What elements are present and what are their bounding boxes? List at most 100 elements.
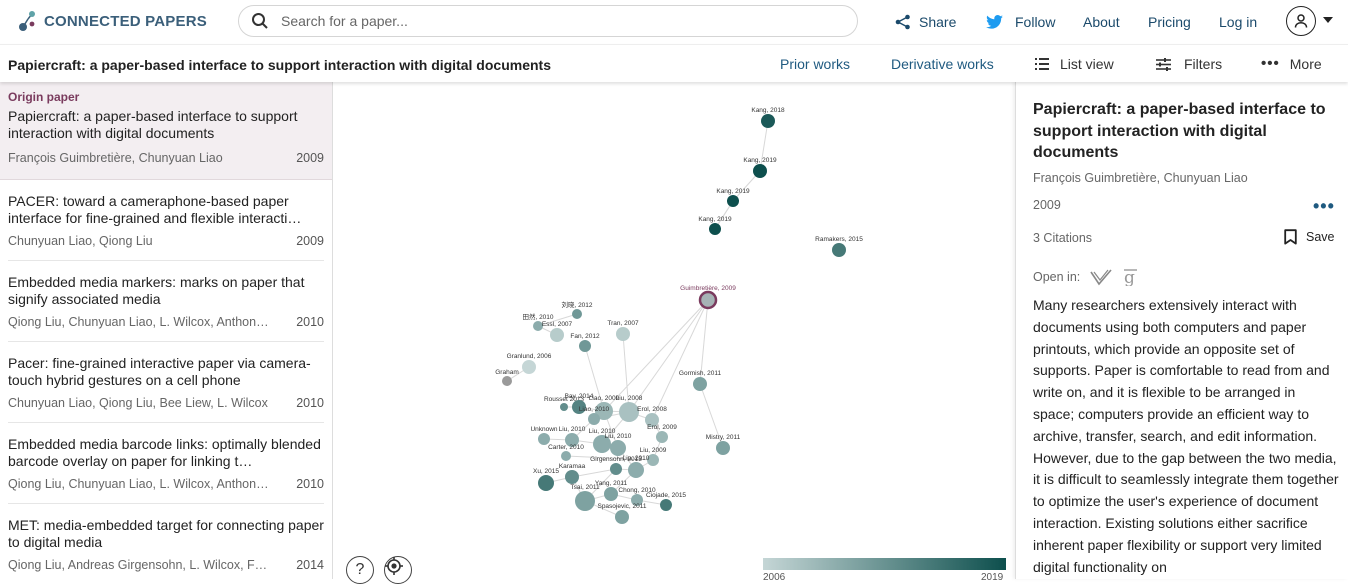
- graph-node-label: Karamaa: [559, 463, 586, 470]
- paper-detail-panel: Papiercraft: a paper-based interface to …: [1015, 82, 1348, 579]
- graph-node[interactable]: [522, 360, 536, 374]
- share-label: Share: [919, 14, 957, 30]
- graph-node-label: Tran, 2007: [607, 320, 639, 327]
- graph-node[interactable]: [615, 510, 629, 524]
- list-item-year: 2009: [296, 234, 324, 248]
- graph-node-label: Ramakers, 2015: [815, 236, 863, 243]
- legend-min-year: 2006: [763, 572, 786, 583]
- graph-node[interactable]: [610, 463, 622, 475]
- logo[interactable]: CONNECTED PAPERS: [18, 10, 207, 32]
- graph-node[interactable]: [761, 114, 775, 128]
- graph-node[interactable]: [538, 475, 554, 491]
- list-view-label: List view: [1060, 56, 1114, 72]
- graph-node[interactable]: [579, 340, 591, 352]
- graph-node-label: Kang, 2019: [716, 188, 750, 195]
- follow-label: Follow: [1015, 14, 1056, 30]
- origin-paper-card[interactable]: Origin paper Papiercraft: a paper-based …: [0, 82, 332, 180]
- graph-node[interactable]: [693, 377, 707, 391]
- detail-year: 2009: [1033, 198, 1061, 212]
- graph-edge: [651, 299, 709, 421]
- graph-node[interactable]: [610, 440, 626, 456]
- prior-works-label: Prior works: [780, 56, 851, 72]
- about-link[interactable]: About: [1083, 0, 1120, 44]
- graph-node-label: Unknown: [530, 426, 557, 433]
- detail-authors[interactable]: François Guimbretière, Chunyuan Liao: [1033, 171, 1248, 185]
- semantic-scholar-icon[interactable]: [1090, 268, 1112, 286]
- list-item[interactable]: Pacer: fine-grained interactive paper vi…: [8, 342, 324, 423]
- graph-node[interactable]: [656, 431, 668, 443]
- graph-node[interactable]: [709, 223, 721, 235]
- graph-node[interactable]: [628, 462, 644, 478]
- list-item[interactable]: MET: media-embedded target for connectin…: [8, 504, 324, 579]
- graph-node-label: Liao, 2010: [579, 406, 610, 413]
- derivative-works-label: Derivative works: [891, 56, 994, 72]
- graph-node[interactable]: [832, 243, 846, 257]
- graph-node[interactable]: [560, 403, 568, 411]
- detail-title: Papiercraft: a paper-based interface to …: [1033, 101, 1326, 161]
- year-color-legend: [763, 558, 1006, 570]
- search-box[interactable]: [238, 5, 858, 37]
- graph-node-label: Essl, 2007: [542, 321, 573, 328]
- save-button[interactable]: Save: [1284, 229, 1335, 245]
- graph-svg[interactable]: Kang, 2018 Kang, 2019 Kang, 2019 Kang, 2019…: [334, 82, 1015, 579]
- graph-canvas[interactable]: Kang, 2018 Kang, 2019 Kang, 2019 Kang, 2019…: [334, 82, 1015, 584]
- graph-origin-node[interactable]: [698, 290, 718, 310]
- list-item[interactable]: Embedded media markers: marks on paper t…: [8, 261, 324, 342]
- detail-more-options-icon[interactable]: •••: [1313, 196, 1335, 217]
- share-button[interactable]: Share: [895, 0, 956, 44]
- filter-sliders-icon: [1156, 57, 1171, 71]
- graph-node[interactable]: [561, 451, 571, 461]
- graph-node[interactable]: [572, 309, 582, 319]
- graph-node[interactable]: [502, 376, 512, 386]
- help-button[interactable]: ?: [346, 556, 374, 584]
- page-title: Papiercraft: a paper-based interface to …: [8, 57, 551, 73]
- graph-node[interactable]: [604, 487, 618, 501]
- graph-node[interactable]: [716, 441, 730, 455]
- more-dots-icon: •••: [1261, 55, 1280, 72]
- more-label: More: [1289, 56, 1322, 72]
- help-icon: ?: [355, 561, 365, 578]
- pricing-link[interactable]: Pricing: [1148, 0, 1191, 44]
- login-link[interactable]: Log in: [1219, 0, 1257, 44]
- graph-node-label: Liu, 2009: [640, 447, 667, 454]
- list-item[interactable]: Embedded media barcode links: optimally …: [8, 423, 324, 504]
- list-item[interactable]: PACER: toward a cameraphone-based paper …: [8, 180, 324, 261]
- graph-node[interactable]: [660, 499, 672, 511]
- open-in-row: Open in: g: [1033, 268, 1140, 286]
- graph-node[interactable]: [550, 328, 564, 342]
- user-icon: [1294, 14, 1308, 28]
- graph-node[interactable]: [616, 327, 630, 341]
- graph-node[interactable]: [727, 195, 739, 207]
- graph-node-label: Kang, 2019: [698, 216, 732, 223]
- search-input[interactable]: [281, 13, 821, 29]
- list-view-button[interactable]: List view: [1035, 56, 1114, 72]
- account-dropdown-chevron-icon[interactable]: [1323, 17, 1333, 23]
- list-item-title: Pacer: fine-grained interactive paper vi…: [8, 355, 311, 388]
- account-avatar[interactable]: [1286, 6, 1316, 36]
- graph-node[interactable]: [575, 491, 595, 511]
- list-item-year: 2010: [296, 477, 324, 491]
- prior-works-button[interactable]: Prior works: [780, 56, 850, 72]
- origin-paper-label: Origin paper: [8, 90, 80, 104]
- follow-button[interactable]: Follow: [986, 0, 1055, 44]
- graph-node[interactable]: [565, 470, 579, 484]
- paper-toolbar: Papiercraft: a paper-based interface to …: [0, 44, 1348, 82]
- filters-button[interactable]: Filters: [1156, 56, 1222, 72]
- list-item-year: 2010: [296, 315, 324, 329]
- graph-node[interactable]: [753, 164, 767, 178]
- twitter-icon: [986, 15, 1003, 29]
- graph-node[interactable]: [588, 413, 600, 425]
- derivative-works-button[interactable]: Derivative works: [891, 56, 994, 72]
- graph-node[interactable]: [619, 402, 639, 422]
- google-scholar-icon[interactable]: g: [1122, 268, 1140, 286]
- graph-node-label: Fan, 2012: [570, 333, 600, 340]
- graph-node-label: Carter, 2010: [548, 444, 584, 451]
- list-item-authors: Chunyuan Liao, Qiong Liu, Bee Liew, L. W…: [8, 396, 268, 410]
- graph-node-label: Yang, 2011: [595, 480, 628, 487]
- recenter-button[interactable]: [384, 556, 412, 584]
- more-button[interactable]: ••• More: [1261, 56, 1322, 72]
- save-label: Save: [1306, 230, 1335, 244]
- login-label: Log in: [1219, 14, 1258, 30]
- graph-node-label: 田然, 2010: [522, 312, 553, 321]
- top-navigation: CONNECTED PAPERS Share Follow About Pric…: [0, 0, 1348, 44]
